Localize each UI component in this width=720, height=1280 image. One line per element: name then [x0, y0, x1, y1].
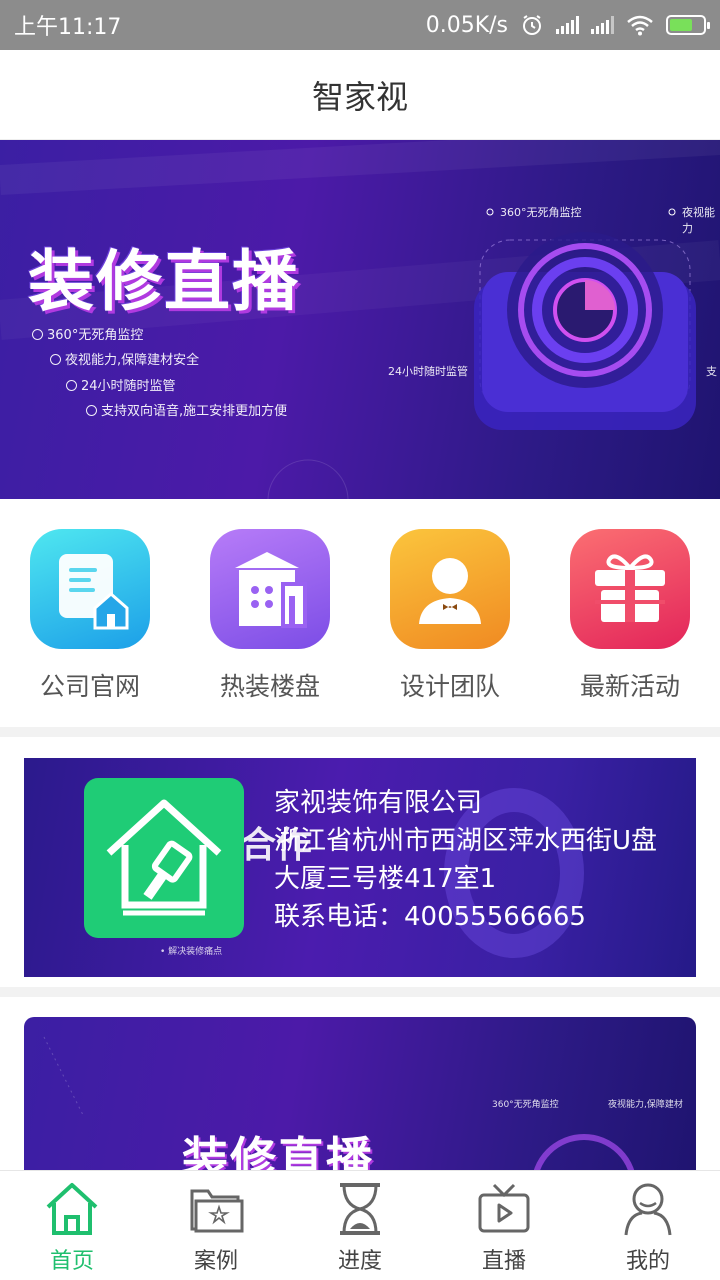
battery-icon: [666, 15, 710, 35]
nav-home[interactable]: 首页: [0, 1171, 144, 1280]
section-divider: [0, 987, 720, 997]
company-info-card[interactable]: 合作 家视装饰有限公司 浙江省杭州市西湖区萍水西街U盘大厦三号楼417室1 联系…: [24, 758, 696, 977]
device-label: 360°无死角监控: [500, 206, 582, 219]
menu-label: 最新活动: [579, 672, 680, 701]
company-logo: [84, 778, 244, 938]
nav-live[interactable]: 直播: [432, 1171, 576, 1280]
company-phone[interactable]: 联系电话：40055566665: [274, 898, 674, 936]
company-name: 家视装饰有限公司: [274, 788, 483, 818]
menu-latest-events[interactable]: 最新活动: [550, 529, 710, 727]
profile-icon: [620, 1181, 676, 1237]
status-time: 上午11:17: [14, 15, 122, 40]
menu-label: 热装楼盘: [219, 672, 320, 701]
banner-feature: 24小时随时监管: [66, 375, 176, 394]
device-label: 24小时随时监管: [388, 365, 468, 378]
status-bar: 上午11:17 0.05K/s: [0, 0, 720, 50]
nav-label: 直播: [481, 1249, 526, 1274]
section-divider: [0, 727, 720, 737]
company-address: 浙江省杭州市西湖区萍水西街U盘大厦三号楼417室1: [274, 826, 658, 894]
camera-device-illustration: [474, 208, 696, 430]
nav-label: 首页: [49, 1249, 94, 1274]
device-label: 支: [706, 365, 717, 378]
signal-icon-2: [591, 16, 614, 34]
menu-design-team[interactable]: 设计团队: [370, 529, 530, 727]
nav-label: 进度: [337, 1249, 382, 1274]
device-label: 夜视能力: [682, 206, 715, 235]
status-indicators: 0.05K/s: [425, 12, 710, 38]
menu-label: 公司官网: [39, 672, 140, 701]
company-details: 家视装饰有限公司 浙江省杭州市西湖区萍水西街U盘大厦三号楼417室1 联系电话：…: [274, 784, 674, 936]
quick-menu: 公司官网 热装楼盘 设计团队 最新活动: [0, 499, 720, 727]
banner-feature: 360°无死角监控: [32, 324, 143, 343]
designer-person-icon: [390, 529, 510, 649]
menu-company-website[interactable]: 公司官网: [10, 529, 170, 727]
menu-label: 设计团队: [399, 672, 500, 701]
signal-icon: [556, 16, 579, 34]
banner-feature: 夜视能力,保障建材安全: [50, 349, 199, 368]
folder-star-icon: [188, 1181, 244, 1237]
building-icon: [210, 529, 330, 649]
website-document-icon: [30, 529, 150, 649]
banner-title: 装修直播: [28, 243, 300, 320]
menu-hot-properties[interactable]: 热装楼盘: [190, 529, 350, 727]
tv-play-icon: [476, 1181, 532, 1237]
home-icon: [44, 1181, 100, 1237]
nav-cases[interactable]: 案例: [144, 1171, 288, 1280]
nav-label: 案例: [193, 1249, 238, 1274]
promo-banner-2[interactable]: 360°无死角监控 夜视能力,保障建材 装修直播: [24, 1017, 696, 1177]
bottom-navigation: 首页 案例 进度 直播 我的: [0, 1170, 720, 1280]
card-note: • 解决装修痛点: [160, 947, 223, 957]
nav-progress[interactable]: 进度: [288, 1171, 432, 1280]
app-header: 智家视: [0, 50, 720, 140]
wifi-icon: [627, 15, 653, 36]
promo-banner[interactable]: 装修直播 360°无死角监控 夜视能力,保障建材安全 24小时随时监管 支持双向…: [0, 140, 720, 499]
house-brush-icon: [106, 799, 222, 916]
nav-label: 我的: [625, 1249, 670, 1274]
banner2-label: 夜视能力,保障建材: [608, 1100, 683, 1110]
alarm-icon: [523, 15, 541, 35]
nav-profile[interactable]: 我的: [576, 1171, 720, 1280]
banner-feature: 支持双向语音,施工安排更加方便: [86, 400, 287, 419]
gift-icon: [570, 529, 690, 649]
banner2-label: 360°无死角监控: [492, 1100, 559, 1110]
page-title: 智家视: [311, 77, 408, 116]
hourglass-icon: [332, 1181, 388, 1237]
network-speed: 0.05K/s: [425, 12, 508, 38]
banner2-title: 装修直播: [182, 1132, 374, 1177]
